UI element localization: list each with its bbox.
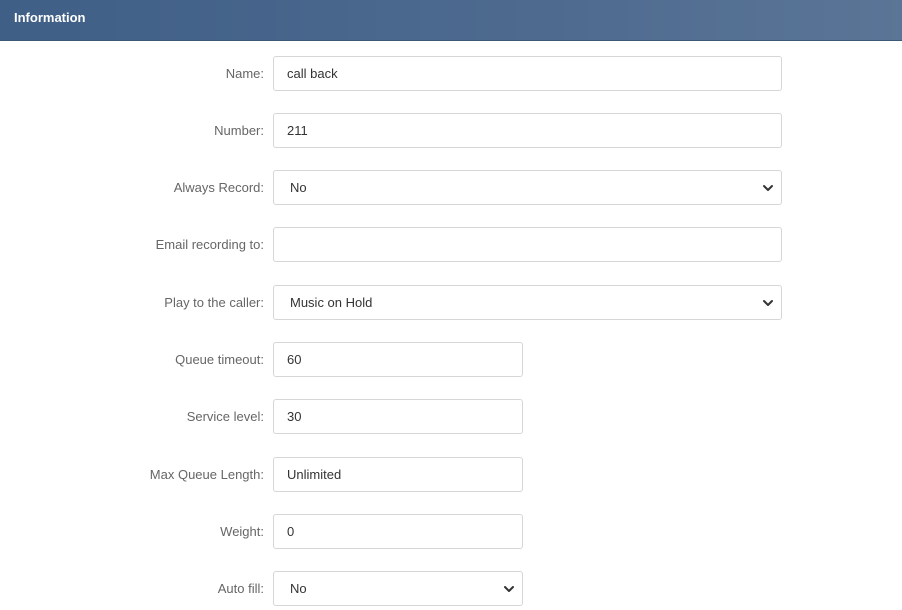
service-level-label: Service level: <box>186 409 264 424</box>
always-record-value: No <box>290 180 307 195</box>
queue-timeout-input[interactable] <box>273 342 523 377</box>
chevron-down-icon <box>504 586 514 592</box>
weight-label: Weight: <box>220 524 264 539</box>
service-level-input[interactable] <box>273 399 523 434</box>
email-recording-row: Email recording to: <box>0 227 902 262</box>
always-record-label: Always Record: <box>173 180 264 195</box>
weight-row: Weight: <box>0 514 902 549</box>
max-queue-length-input[interactable] <box>273 457 523 492</box>
weight-input[interactable] <box>273 514 523 549</box>
auto-fill-row: Auto fill: No <box>0 571 902 606</box>
max-queue-length-row: Max Queue Length: <box>0 457 902 492</box>
play-to-caller-label: Play to the caller: <box>164 295 264 310</box>
email-recording-label: Email recording to: <box>155 237 264 252</box>
always-record-select[interactable]: No <box>273 170 782 205</box>
name-label: Name: <box>225 66 264 81</box>
play-to-caller-value: Music on Hold <box>290 295 373 310</box>
auto-fill-value: No <box>290 581 307 596</box>
play-to-caller-select[interactable]: Music on Hold <box>273 285 782 320</box>
queue-timeout-row: Queue timeout: <box>0 342 902 377</box>
queue-timeout-label: Queue timeout: <box>175 352 264 367</box>
email-recording-input[interactable] <box>273 227 782 262</box>
name-row: Name: <box>0 56 902 91</box>
section-title: Information <box>14 10 86 25</box>
auto-fill-label: Auto fill: <box>217 581 264 596</box>
chevron-down-icon <box>763 185 773 191</box>
max-queue-length-label: Max Queue Length: <box>149 467 264 482</box>
name-input[interactable] <box>273 56 782 91</box>
auto-fill-select[interactable]: No <box>273 571 523 606</box>
number-input[interactable] <box>273 113 782 148</box>
play-to-caller-row: Play to the caller: Music on Hold <box>0 285 902 320</box>
section-header: Information <box>0 0 902 41</box>
number-row: Number: <box>0 113 902 148</box>
number-label: Number: <box>214 123 264 138</box>
always-record-row: Always Record: No <box>0 170 902 205</box>
chevron-down-icon <box>763 300 773 306</box>
service-level-row: Service level: <box>0 399 902 434</box>
